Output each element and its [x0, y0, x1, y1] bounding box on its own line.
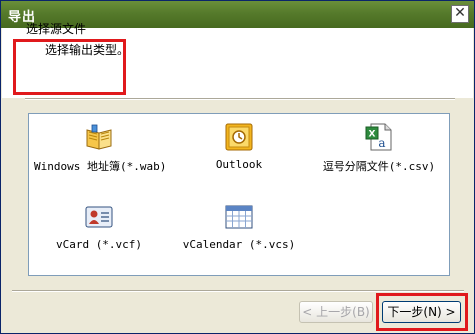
list-item-label: vCalendar (*.vcs)	[182, 238, 296, 251]
previous-button[interactable]: < 上一步(B)	[299, 301, 373, 323]
header-title: 选择源文件	[26, 22, 87, 36]
csv-file-icon: X a	[365, 123, 392, 151]
header-separator	[25, 98, 455, 100]
header-area	[2, 28, 473, 98]
list-item-vcalendar[interactable]: vCalendar (*.vcs)	[179, 202, 299, 251]
svg-text:X: X	[369, 130, 376, 140]
list-item-wab[interactable]: Windows 地址簿(*.wab)	[34, 122, 167, 174]
list-item-label: 逗号分隔文件(*.csv)	[322, 160, 436, 173]
footer-separator	[12, 290, 464, 292]
list-item-label: vCard (*.vcf)	[55, 238, 143, 251]
svg-text:a: a	[378, 136, 385, 150]
vcard-icon	[85, 206, 113, 228]
list-item-vcard[interactable]: vCard (*.vcf)	[49, 202, 149, 251]
list-item-outlook[interactable]: Outlook	[204, 122, 274, 171]
export-dialog: 导出 ✕ 选择源文件 选择输出类型。 Windows 地址簿(*.wab) Ou…	[0, 0, 475, 334]
list-item-csv[interactable]: X a 逗号分隔文件(*.csv)	[314, 122, 444, 174]
next-button[interactable]: 下一步(N) >	[382, 301, 461, 323]
list-item-label: Outlook	[215, 158, 263, 171]
close-icon: ✕	[454, 5, 466, 21]
header-subtitle: 选择输出类型。	[45, 43, 130, 57]
list-item-label: Windows 地址簿(*.wab)	[34, 160, 167, 173]
outlook-icon	[225, 123, 253, 151]
close-button[interactable]: ✕	[451, 5, 469, 23]
vcalendar-icon	[225, 205, 253, 229]
export-type-list[interactable]: Windows 地址簿(*.wab) Outlook X a 逗号分隔文件(*.…	[28, 113, 450, 276]
address-book-icon	[86, 124, 112, 150]
